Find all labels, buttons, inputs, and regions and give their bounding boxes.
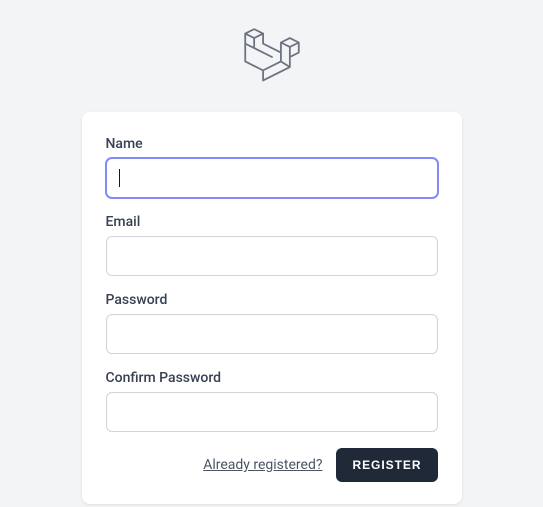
password-group: Password xyxy=(106,292,438,354)
password-field[interactable] xyxy=(106,314,438,354)
form-actions: Already registered? Register xyxy=(106,448,438,482)
confirm-password-group: Confirm Password xyxy=(106,370,438,432)
laravel-logo-icon xyxy=(243,28,301,90)
password-label: Password xyxy=(106,292,438,308)
email-field[interactable] xyxy=(106,236,438,276)
confirm-password-label: Confirm Password xyxy=(106,370,438,386)
name-label: Name xyxy=(106,136,438,152)
register-card: Name Email Password Confirm Password Alr… xyxy=(82,112,462,504)
email-group: Email xyxy=(106,214,438,276)
text-caret xyxy=(119,169,120,187)
register-button[interactable]: Register xyxy=(336,448,437,482)
confirm-password-field[interactable] xyxy=(106,392,438,432)
register-form: Name Email Password Confirm Password Alr… xyxy=(106,136,438,482)
name-group: Name xyxy=(106,136,438,198)
already-registered-link[interactable]: Already registered? xyxy=(203,457,322,473)
email-label: Email xyxy=(106,214,438,230)
name-field[interactable] xyxy=(106,158,438,198)
